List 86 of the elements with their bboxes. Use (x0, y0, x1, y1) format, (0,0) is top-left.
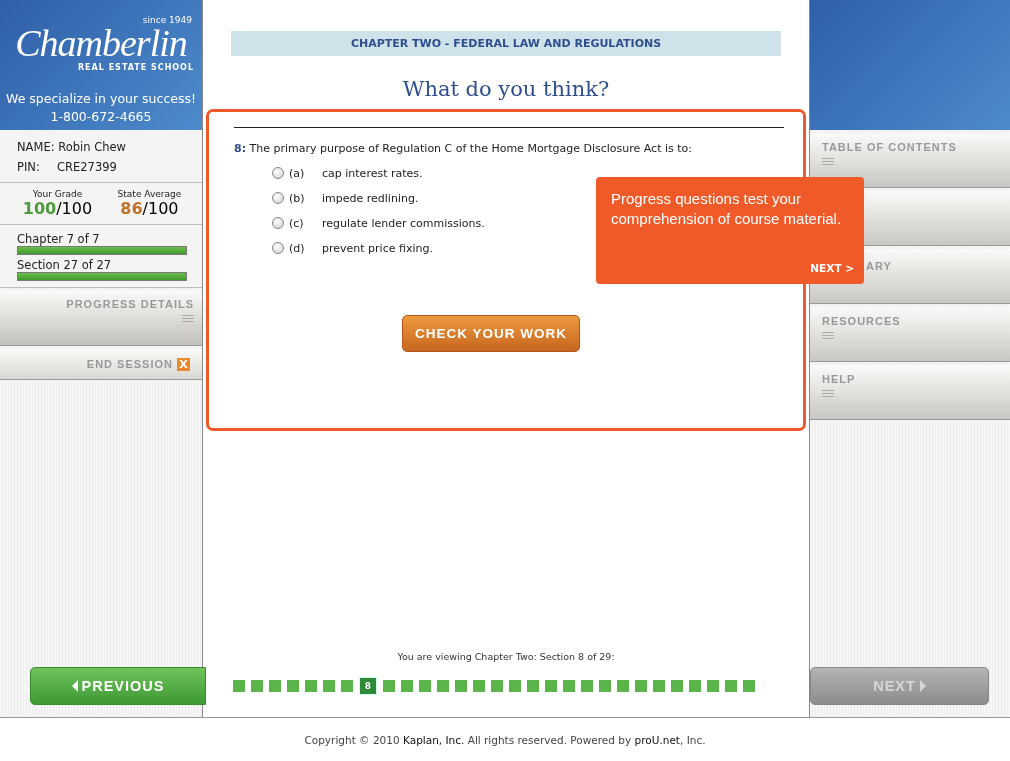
section-marker[interactable] (233, 680, 245, 692)
section-marker[interactable] (689, 680, 701, 692)
menu-label: HELP (822, 373, 857, 385)
option-letter: (b) (289, 191, 306, 205)
grade-score: 86 (120, 199, 143, 218)
tooltip-text: Progress questions test your comprehension of course material. (611, 189, 843, 229)
radio-button[interactable] (272, 192, 284, 204)
school-logo: Chamberlin (15, 25, 187, 61)
section-marker[interactable] (509, 680, 521, 692)
radio-button[interactable] (272, 242, 284, 254)
section-marker[interactable] (599, 680, 611, 692)
chapter-banner: CHAPTER TWO - FEDERAL LAW AND REGULATIONS (231, 31, 781, 56)
name-label: NAME: (17, 140, 55, 154)
option-text[interactable]: impede redlining. (322, 191, 419, 205)
option-text[interactable]: regulate lender commissions. (322, 216, 485, 230)
section-marker[interactable] (563, 680, 575, 692)
pin-label: PIN: (17, 160, 41, 174)
school-subtitle: REAL ESTATE SCHOOL (77, 63, 195, 72)
section-marker[interactable] (287, 680, 299, 692)
grade-total: /100 (142, 199, 179, 218)
grade-score: 100 (22, 199, 57, 218)
section-marker[interactable] (383, 680, 395, 692)
progress-label: Chapter 7 of 7 (17, 232, 101, 246)
section-marker[interactable] (323, 680, 335, 692)
grade-label: Your Grade (32, 189, 83, 199)
section-marker[interactable] (305, 680, 317, 692)
progress-label: Section 27 of 27 (17, 258, 113, 272)
menu-lines-icon (182, 315, 194, 322)
previous-button[interactable]: PREVIOUS (30, 667, 206, 705)
section-marker[interactable] (455, 680, 467, 692)
check-your-work-button[interactable]: CHECK YOUR WORK (402, 315, 580, 352)
progress-details-panel[interactable]: PROGRESS DETAILS (0, 290, 202, 346)
section-marker[interactable] (671, 680, 683, 692)
grade-total: /100 (56, 199, 93, 218)
footer-link[interactable]: proU.net (634, 733, 680, 746)
question-text: 8: The primary purpose of Regulation C of the Home Mortgage Disclosure Act is to: (234, 142, 693, 155)
section-marker[interactable] (581, 680, 593, 692)
next-link[interactable]: NEXT > (810, 262, 854, 274)
sidebar-menu-item[interactable]: TABLE OF CONTENTS (810, 133, 1010, 188)
phone-number: 1-800-672-4665 (50, 109, 152, 124)
left-triangle-icon (71, 680, 78, 692)
since-text: since 1949 (142, 15, 192, 25)
current-section-marker[interactable]: 8 (359, 677, 377, 695)
menu-label: RESOURCES (822, 315, 902, 327)
menu-label: ARY (866, 259, 892, 272)
section-marker[interactable] (743, 680, 755, 692)
option-letter: (a) (289, 166, 306, 180)
section-marker[interactable] (437, 680, 449, 692)
section-marker[interactable] (419, 680, 431, 692)
menu-label: PROGRESS DETAILS (66, 298, 194, 310)
section-marker[interactable] (491, 680, 503, 692)
menu-lines-icon (822, 390, 834, 397)
page-heading: What do you think? (402, 77, 610, 101)
slogan-text: We specialize in your success! (6, 91, 196, 106)
section-marker[interactable] (617, 680, 629, 692)
section-marker[interactable] (707, 680, 719, 692)
student-name: Robin Chew (57, 140, 126, 154)
section-marker[interactable] (635, 680, 647, 692)
end-session-button[interactable]: END SESSION X (0, 349, 202, 380)
option-letter: (d) (289, 241, 306, 255)
close-icon: X (177, 357, 190, 371)
copyright-text: Copyright © 2010 Kaplan, Inc. All rights reserved. Powered by proU.net, Inc. (304, 733, 706, 746)
radio-button[interactable] (272, 167, 284, 179)
radio-button[interactable] (272, 217, 284, 229)
option-text[interactable]: cap interest rates. (322, 166, 423, 180)
section-marker[interactable] (269, 680, 281, 692)
right-triangle-icon (919, 680, 926, 692)
grade-label: State Average (117, 189, 182, 199)
sidebar-menu-item[interactable]: HELP (810, 365, 1010, 420)
section-marker[interactable] (341, 680, 353, 692)
section-marker[interactable] (473, 680, 485, 692)
footer-link[interactable]: Kaplan, Inc. (403, 733, 465, 746)
menu-label: TABLE OF CONTENTS (822, 141, 958, 153)
pin-value: CRE27399 (57, 160, 117, 174)
option-text[interactable]: prevent price fixing. (322, 241, 433, 255)
section-marker[interactable] (653, 680, 665, 692)
menu-lines-icon (822, 158, 834, 165)
section-marker[interactable] (545, 680, 557, 692)
section-marker[interactable] (401, 680, 413, 692)
sidebar-menu-item[interactable]: RESOURCES (810, 307, 1010, 362)
section-marker[interactable] (527, 680, 539, 692)
section-marker[interactable] (725, 680, 737, 692)
section-status-text: You are viewing Chapter Two: Section 8 of 29: (397, 651, 615, 662)
menu-lines-icon (822, 332, 834, 339)
section-marker[interactable] (251, 680, 263, 692)
option-letter: (c) (289, 216, 305, 230)
